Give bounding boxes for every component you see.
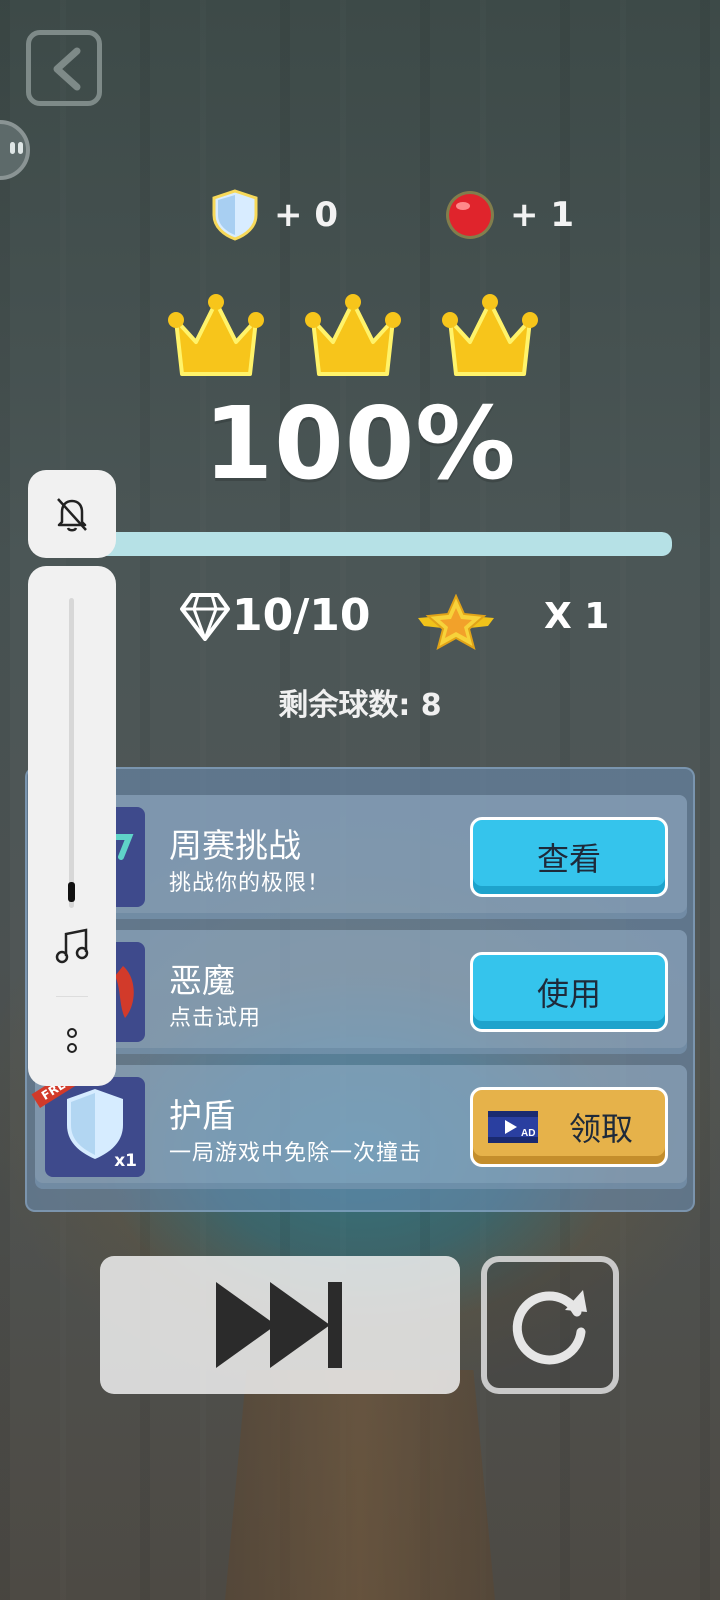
volume-slider-track[interactable] — [69, 598, 74, 908]
crown-icon — [442, 294, 538, 376]
item-title: 周赛挑战 — [169, 826, 301, 865]
item-title: 恶魔 — [169, 961, 235, 1000]
list-item-shield: x1 护盾 一局游戏中免除一次撞击 AD 领取 — [35, 1065, 687, 1189]
back-icon — [53, 47, 81, 91]
shield-quantity-badge: x1 — [114, 1151, 137, 1171]
completion-progress-bar — [60, 532, 672, 556]
replay-button[interactable] — [481, 1256, 619, 1394]
video-ad-icon: AD — [488, 1111, 538, 1143]
view-button[interactable]: 查看 — [470, 817, 668, 897]
item-subtitle: 一局游戏中免除一次撞击 — [169, 1141, 423, 1166]
item-title: 护盾 — [169, 1096, 235, 1135]
star-wing-icon — [418, 594, 494, 650]
diamond-icon — [180, 592, 230, 641]
shield-icon — [212, 189, 258, 241]
item-subtitle: 点击试用 — [169, 1006, 262, 1031]
volume-slider-handle[interactable] — [68, 882, 75, 902]
star-multiplier: X 1 — [544, 596, 610, 637]
ball-reward: + 1 — [444, 190, 574, 240]
claim-button[interactable]: AD 领取 — [470, 1087, 668, 1167]
background-pole — [225, 1370, 495, 1600]
crown-icon — [168, 294, 264, 376]
more-icon[interactable] — [65, 1026, 79, 1056]
crown-rating — [168, 290, 538, 385]
shield-reward: + 0 — [210, 189, 338, 241]
use-button[interactable]: 使用 — [470, 952, 668, 1032]
skip-button[interactable] — [100, 1256, 460, 1394]
bell-off-icon — [57, 498, 87, 532]
divider — [56, 996, 88, 997]
red-ball-icon — [446, 191, 494, 239]
svg-text:AD: AD — [521, 1128, 535, 1139]
mute-notifications-button[interactable] — [28, 470, 116, 558]
skip-icon — [216, 1282, 342, 1368]
crown-icon — [305, 294, 401, 376]
replay-icon — [512, 1290, 587, 1365]
list-item-demon: 恶魔 点击试用 使用 — [35, 930, 687, 1054]
list-item-weekly-challenge: 周赛挑战 挑战你的极限！ 查看 — [35, 795, 687, 919]
volume-side-panel — [28, 566, 116, 1086]
progress-fill — [60, 532, 672, 556]
music-note-icon[interactable] — [52, 926, 92, 966]
item-subtitle: 挑战你的极限！ — [169, 871, 331, 896]
shield-reward-count: + 0 — [274, 195, 338, 235]
gem-count: 10/10 — [232, 590, 371, 641]
gem-counter: 10/10 — [180, 590, 371, 641]
back-button[interactable] — [26, 30, 102, 106]
items-panel: 周赛挑战 挑战你的极限！ 查看 恶魔 点击试用 使用 x1 护盾 一局游戏中免除… — [25, 767, 695, 1212]
ball-reward-count: + 1 — [510, 195, 574, 235]
claim-button-label: 领取 — [569, 1110, 634, 1148]
